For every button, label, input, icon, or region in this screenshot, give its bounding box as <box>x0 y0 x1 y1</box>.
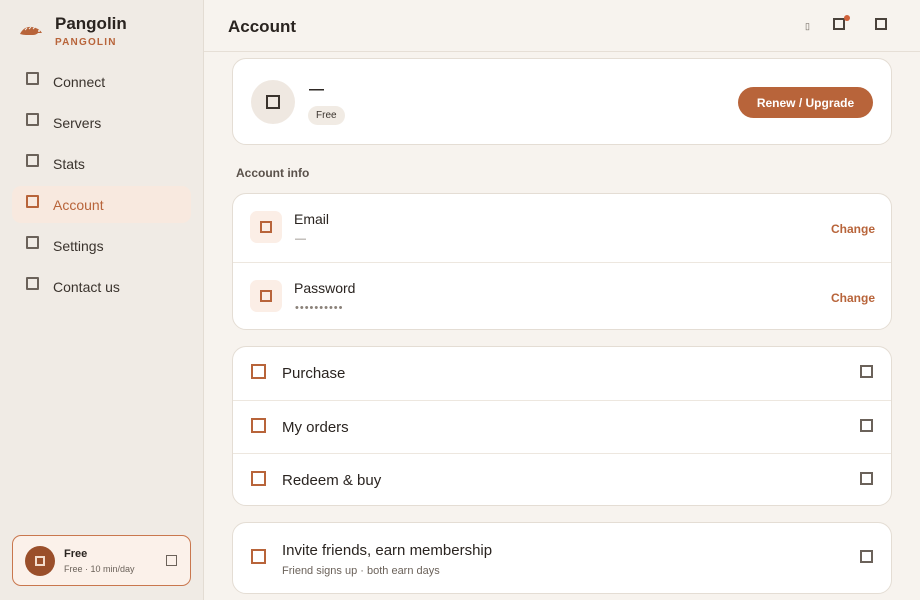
invite-card[interactable]: Invite friends, earn membership Friend s… <box>232 522 892 594</box>
gift-icon <box>251 549 266 564</box>
email-row: Email — Change <box>233 194 891 262</box>
account-menu-card: Purchase My orders Redeem & buy <box>232 346 892 506</box>
profile-card: — Free Renew / Upgrade <box>232 58 892 145</box>
sidebar-nav: Connect Servers Stats Account Settings C… <box>12 63 191 309</box>
sidebar-item-contact-us[interactable]: Contact us <box>12 268 191 305</box>
page-title: Account <box>228 17 296 36</box>
password-label: Password <box>294 280 356 296</box>
sidebar: Pangolin PANGOLIN Connect Servers Stats … <box>0 0 204 600</box>
account-info-title: Account info <box>236 166 310 180</box>
stats-icon <box>26 154 39 167</box>
sidebar-item-label: Contact us <box>53 278 120 295</box>
sidebar-item-label: Settings <box>53 237 104 254</box>
orders-icon <box>251 418 266 433</box>
plan-icon <box>35 555 45 566</box>
user-icon <box>266 95 280 109</box>
profile-name: — <box>309 81 324 98</box>
sidebar-item-stats[interactable]: Stats <box>12 145 191 182</box>
settings-icon <box>26 236 39 249</box>
plan-avatar <box>25 545 55 576</box>
language-icon[interactable]: ▯ <box>805 21 810 32</box>
plan-card[interactable]: Free Free · 10 min/day <box>12 535 191 586</box>
window-icon[interactable] <box>875 18 887 30</box>
sidebar-item-label: Stats <box>53 155 85 172</box>
chevron-right-icon <box>860 550 873 563</box>
sidebar-item-servers[interactable]: Servers <box>12 104 191 141</box>
plan-name: Free <box>64 547 88 560</box>
email-label: Email <box>294 211 330 227</box>
sidebar-item-label: Servers <box>53 114 102 131</box>
purchase-icon <box>251 364 266 379</box>
email-icon <box>260 221 272 233</box>
plan-chevron-icon <box>166 555 177 566</box>
invite-label: Invite friends, earn membership <box>282 542 493 559</box>
chevron-right-icon <box>860 365 873 378</box>
menu-item-label: Purchase <box>282 365 346 382</box>
menu-item-label: Redeem & buy <box>282 472 382 489</box>
account-info-card: Email — Change Password •••••••••• Chang… <box>232 193 892 330</box>
brand-subtitle: PANGOLIN <box>55 37 117 48</box>
status-badge: Free <box>308 106 345 125</box>
brand: Pangolin PANGOLIN <box>18 14 127 48</box>
sidebar-item-label: Connect <box>53 73 106 90</box>
account-icon <box>26 195 39 208</box>
menu-item-my-orders[interactable]: My orders <box>233 400 891 453</box>
lock-icon <box>260 290 272 302</box>
header: Account ▯ <box>204 0 920 52</box>
servers-icon <box>26 113 39 126</box>
plan-description: Free · 10 min/day <box>64 563 135 574</box>
password-icon-box <box>250 280 282 312</box>
change-email-button[interactable]: Change <box>831 222 875 236</box>
sidebar-item-settings[interactable]: Settings <box>12 227 191 264</box>
menu-item-redeem-buy[interactable]: Redeem & buy <box>233 453 891 506</box>
email-value: — <box>295 233 307 245</box>
chevron-right-icon <box>860 472 873 485</box>
brand-name: Pangolin <box>55 14 127 33</box>
contact-icon <box>26 277 39 290</box>
notification-dot <box>844 15 850 21</box>
menu-item-purchase[interactable]: Purchase <box>233 347 891 400</box>
email-icon-box <box>250 211 282 243</box>
password-value: •••••••••• <box>295 302 344 314</box>
notifications-icon[interactable] <box>833 18 845 30</box>
menu-item-label: My orders <box>282 419 349 436</box>
renew-upgrade-button[interactable]: Renew / Upgrade <box>738 87 873 118</box>
pangolin-logo-icon <box>20 26 42 35</box>
sidebar-item-label: Account <box>53 196 104 213</box>
sidebar-item-connect[interactable]: Connect <box>12 63 191 100</box>
invite-description: Friend signs up · both earn days <box>282 565 440 577</box>
sidebar-item-account[interactable]: Account <box>12 186 191 223</box>
change-password-button[interactable]: Change <box>831 291 875 305</box>
connect-icon <box>26 72 39 85</box>
redeem-icon <box>251 471 266 486</box>
password-row: Password •••••••••• Change <box>233 262 891 330</box>
chevron-right-icon <box>860 419 873 432</box>
avatar <box>251 80 295 124</box>
